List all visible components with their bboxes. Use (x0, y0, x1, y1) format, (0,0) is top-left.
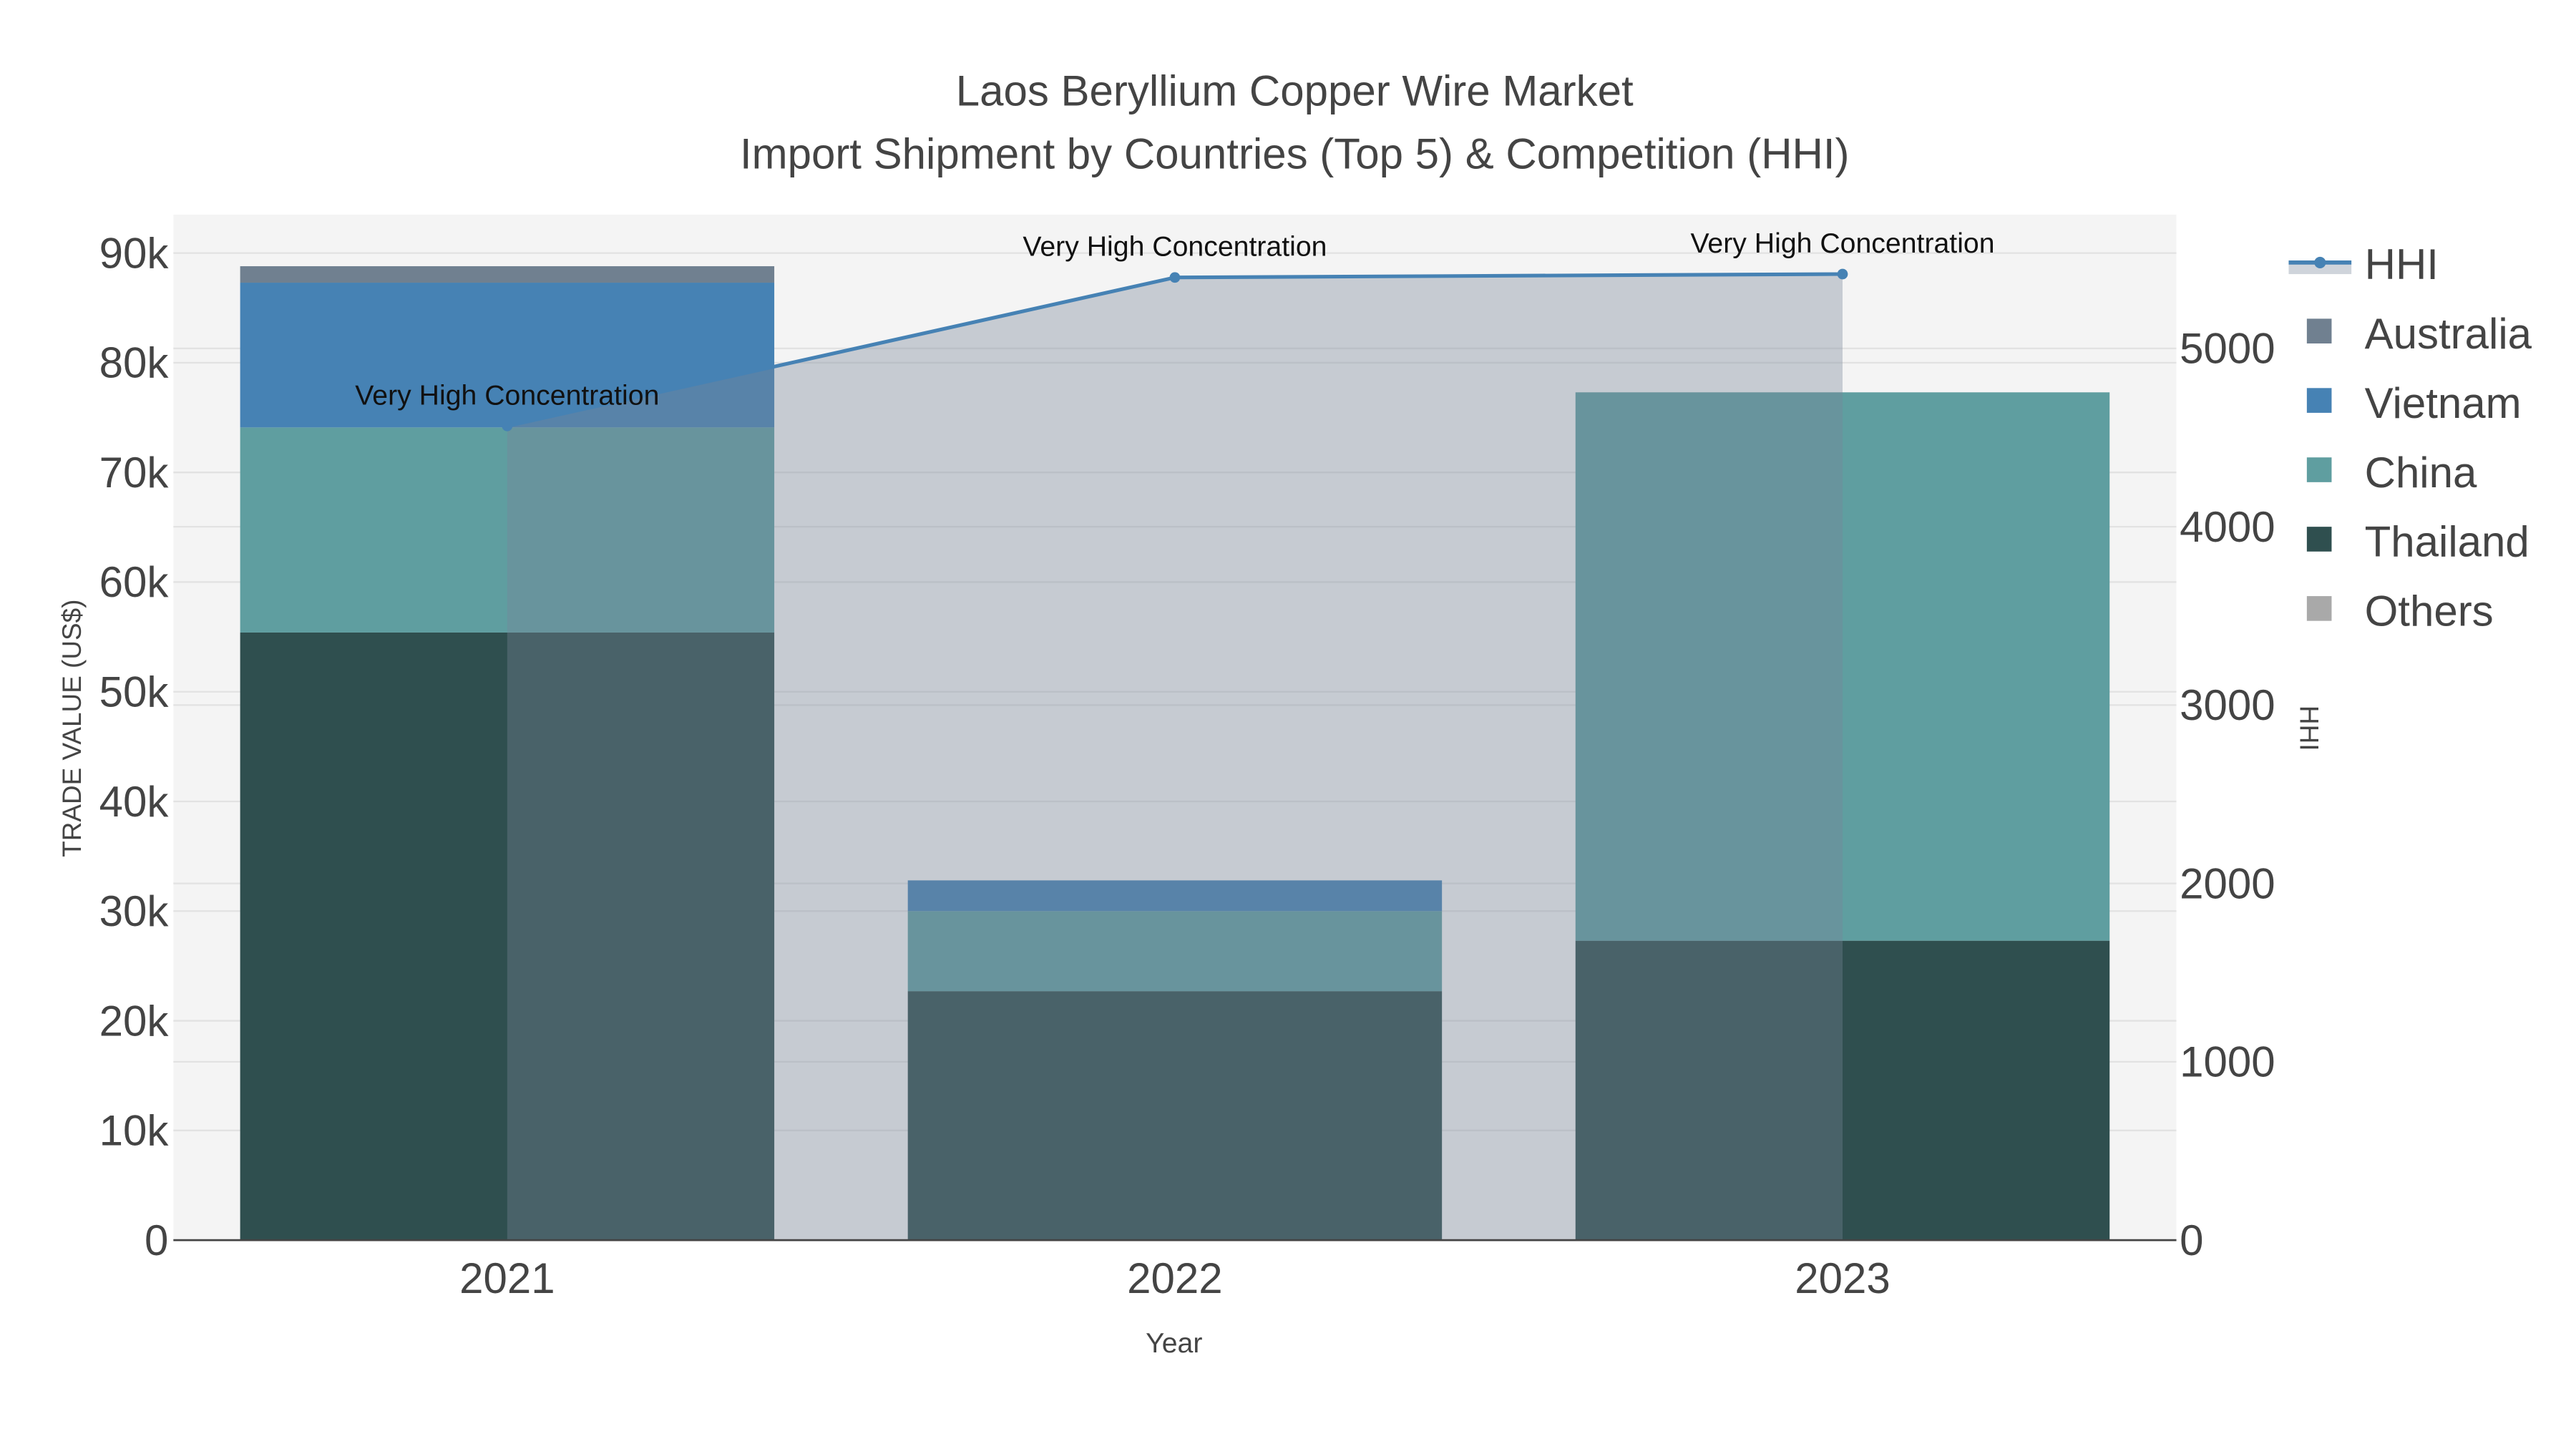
y2-tick-label: 4000 (2180, 503, 2275, 551)
legend-swatch-thailand (2306, 527, 2332, 552)
y2-tick-label: 3000 (2180, 681, 2275, 729)
legend-label: Vietnam (2365, 379, 2522, 427)
legend-label: Australia (2365, 310, 2532, 358)
y-tick-label: 70k (99, 449, 170, 497)
legend: HHI Australia Vietnam China Thailand Others (2288, 240, 2532, 635)
y-axis-label: TRADE VALUE (US$) (57, 600, 87, 857)
legend-label: HHI (2365, 240, 2439, 288)
hhi-series: Very High Concentration Very High Concent… (355, 228, 1995, 1241)
y-axis-ticks: 0 10k 20k 30k 40k 50k 60k 70k 80k 90k (99, 229, 170, 1264)
y-tick-label: 10k (99, 1107, 170, 1155)
hhi-annotation: Very High Concentration (355, 379, 659, 411)
hhi-point (1837, 268, 1848, 280)
y-tick-label: 30k (99, 887, 170, 935)
y2-tick-label: 1000 (2180, 1038, 2275, 1086)
y2-tick-label: 0 (2180, 1216, 2203, 1264)
x-tick-label: 2022 (1127, 1254, 1222, 1302)
legend-swatch-others (2306, 596, 2332, 621)
hhi-point (1169, 272, 1181, 283)
legend-swatch-china (2306, 457, 2332, 482)
y-tick-label: 50k (99, 668, 170, 716)
chart: Laos Beryllium Copper Wire Market Import… (57, 67, 2532, 1359)
legend-label: Others (2365, 587, 2494, 635)
y2-tick-label: 5000 (2180, 325, 2275, 373)
x-tick-label: 2023 (1795, 1254, 1890, 1302)
legend-swatch-vietnam (2306, 388, 2332, 413)
y-tick-label: 90k (99, 229, 170, 277)
hhi-annotation: Very High Concentration (1690, 228, 1994, 259)
hhi-point (502, 420, 513, 431)
y-tick-label: 0 (145, 1216, 168, 1264)
chart-subtitle: Import Shipment by Countries (Top 5) & C… (740, 130, 1850, 177)
legend-hhi-marker (2314, 256, 2326, 268)
bar-australia (240, 266, 775, 283)
legend-label: Thailand (2365, 518, 2529, 566)
y2-axis-label: HHI (2295, 706, 2324, 751)
x-tick-label: 2021 (459, 1254, 555, 1302)
legend-swatch-australia (2306, 318, 2332, 343)
x-axis-ticks: 2021 2022 2023 (459, 1254, 1890, 1302)
y2-tick-label: 2000 (2180, 859, 2275, 907)
hhi-annotation: Very High Concentration (1023, 231, 1327, 263)
hhi-area (507, 273, 1843, 1241)
legend-label: China (2365, 449, 2477, 497)
y2-axis-ticks: 0 1000 2000 3000 4000 5000 (2180, 325, 2275, 1264)
x-axis-label: Year (1146, 1327, 1202, 1359)
y-tick-label: 40k (99, 778, 170, 826)
y-tick-label: 20k (99, 997, 170, 1045)
chart-title: Laos Beryllium Copper Wire Market (956, 67, 1634, 115)
y-tick-label: 80k (99, 339, 170, 387)
y-tick-label: 60k (99, 558, 170, 606)
